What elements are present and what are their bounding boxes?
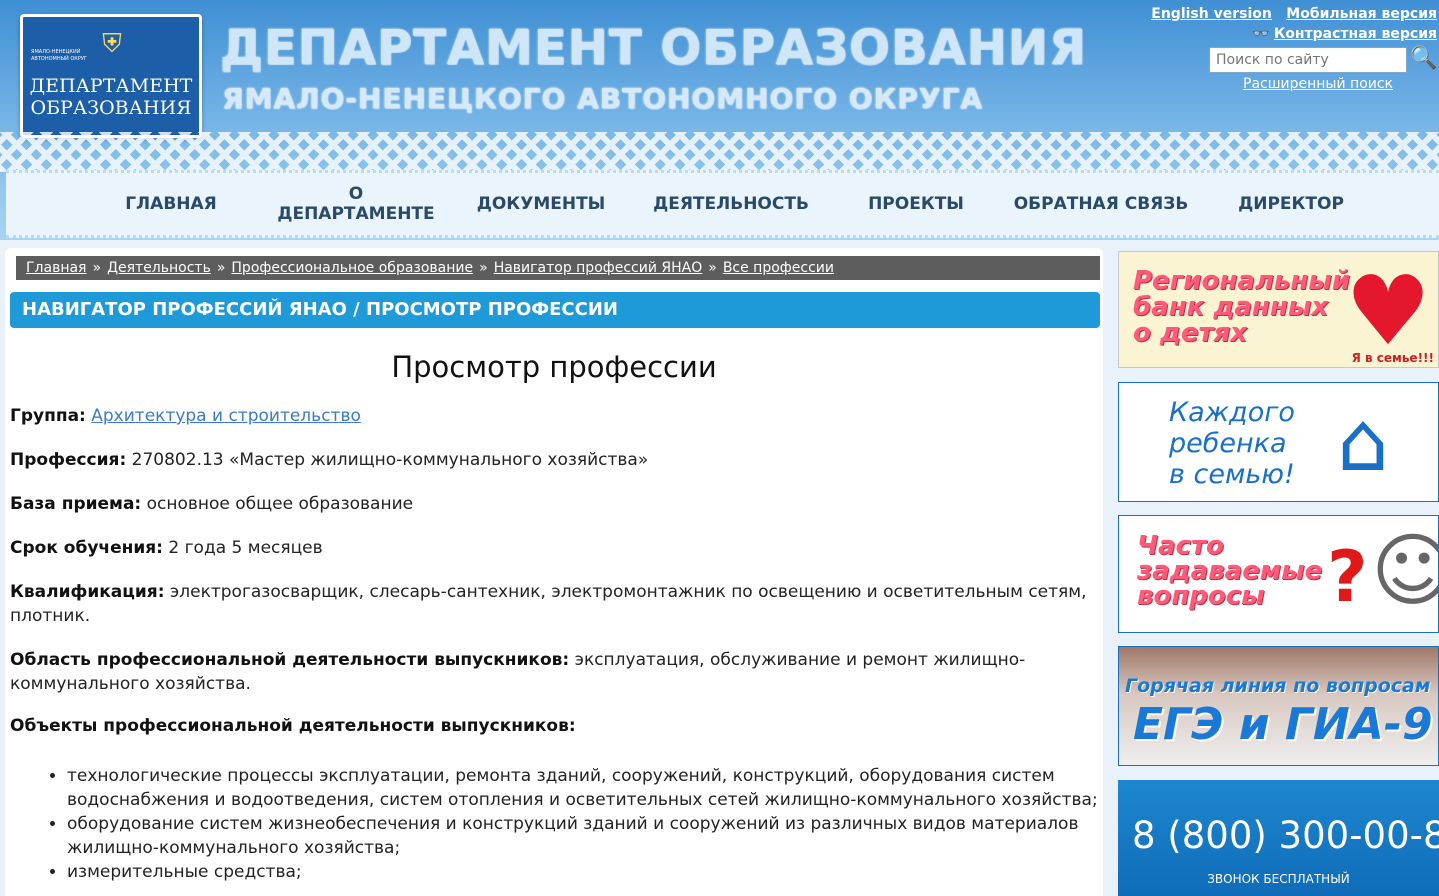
- nav-item-about[interactable]: О ДЕПАРТАМЕНТЕ: [261, 173, 451, 235]
- objects-field: Объекты профессиональной деятельности вы…: [10, 714, 1090, 738]
- faq-banner[interactable]: Частозадаваемыевопросы ? ☺: [1118, 515, 1439, 633]
- term-field: Срок обучения: 2 года 5 месяцев: [10, 536, 1090, 560]
- term-label: Срок обучения:: [10, 538, 163, 558]
- breadcrumb: Главная » Деятельность » Профессиональное об…: [16, 256, 1100, 280]
- group-label: Группа:: [10, 406, 86, 426]
- breadcrumb-separator: »: [708, 260, 717, 276]
- nav-item-home[interactable]: ГЛАВНАЯ: [106, 173, 236, 235]
- breadcrumb-all-professions[interactable]: Все профессии: [723, 260, 834, 276]
- profession-label: Профессия:: [10, 450, 127, 470]
- ornament-border: [0, 132, 1439, 172]
- every-child-family-banner[interactable]: Каждого ребенка в семью! ⌂: [1118, 382, 1439, 502]
- hotline-exams-banner[interactable]: Горячая линия по вопросам ЕГЭ и ГИА-9: [1118, 646, 1439, 766]
- qualification-value: электрогазосварщик, слесарь-сантехник, э…: [10, 582, 1087, 626]
- banner-text: Каждого ребенка в семью!: [1169, 397, 1295, 490]
- group-link[interactable]: Архитектура и строительство: [91, 406, 361, 426]
- qualification-field: Квалификация: электрогазосварщик, слесар…: [10, 580, 1090, 628]
- profession-value: 270802.13 «Мастер жилищно-коммунального …: [131, 450, 649, 470]
- phone-banner[interactable]: 8 (800) 300-00-80 ЗВОНОК БЕСПЛАТНЫЙ: [1118, 780, 1439, 896]
- contrast-version: 👓 Контрастная версия: [1252, 26, 1437, 42]
- nav-item-documents[interactable]: ДОКУМЕНТЫ: [466, 173, 616, 235]
- breadcrumb-vocational[interactable]: Профессиональное образование: [231, 260, 473, 276]
- area-label: Область профессиональной деятельности вы…: [10, 650, 570, 670]
- list-item: оборудование систем жизнеобеспечения и к…: [67, 812, 1107, 860]
- area-field: Область профессиональной деятельности вы…: [10, 648, 1090, 696]
- base-value: основное общее образование: [146, 494, 414, 514]
- heart-icon: ♥: [1345, 255, 1432, 367]
- site-title: ДЕПАРТАМЕНТ ОБРАЗОВАНИЯ: [220, 20, 1087, 76]
- nav-item-feedback[interactable]: ОБРАТНАЯ СВЯЗЬ: [996, 173, 1206, 235]
- english-version-link[interactable]: English version: [1151, 6, 1272, 22]
- advanced-search-link[interactable]: Расширенный поиск: [1243, 76, 1393, 92]
- site-header: ⛨ ЯМАЛО-НЕНЕЦКИЙ АВТОНОМНЫЙ ОКРУГ ДЕПАРТ…: [0, 0, 1439, 240]
- breadcrumb-separator: »: [92, 260, 102, 276]
- banner-text: Региональный банк данных о детях: [1133, 266, 1351, 348]
- group-field: Группа: Архитектура и строительство: [10, 404, 1090, 428]
- mobile-version-link[interactable]: Мобильная версия: [1286, 6, 1437, 22]
- phone-number: 8 (800) 300-00-80: [1132, 814, 1439, 857]
- page-title: Просмотр профессии: [391, 350, 717, 384]
- breadcrumb-separator: »: [216, 260, 226, 276]
- question-mark-icon: ?: [1327, 536, 1368, 618]
- nav-item-director[interactable]: ДИРЕКТОР: [1221, 173, 1361, 235]
- nav-item-projects[interactable]: ПРОЕКТЫ: [851, 173, 981, 235]
- glasses-icon: 👓: [1252, 26, 1270, 42]
- qualification-label: Квалификация:: [10, 582, 165, 602]
- main-content: Главная » Деятельность » Профессиональное об…: [5, 248, 1103, 896]
- term-value: 2 года 5 месяцев: [168, 538, 323, 558]
- breadcrumb-separator: »: [479, 260, 488, 276]
- banner-title: ЕГЭ и ГИА-9: [1133, 699, 1433, 750]
- house-icon: ⌂: [1337, 395, 1390, 490]
- section-title-bar: НАВИГАТОР ПРОФЕССИЙ ЯНАО / ПРОСМОТР ПРОФ…: [10, 292, 1100, 328]
- base-label: База приема:: [10, 494, 142, 514]
- banner-text: Часто задаваемые вопросы: [1137, 531, 1323, 611]
- main-nav: ГЛАВНАЯ О ДЕПАРТАМЕНТЕ ДОКУМЕНТЫ ДЕЯТЕЛЬН…: [6, 170, 1439, 238]
- breadcrumb-navigator[interactable]: Навигатор профессий ЯНАО: [494, 260, 703, 276]
- banner-slogan: Я в семье!!!: [1351, 351, 1434, 365]
- top-links: English version Мобильная версия: [1141, 6, 1437, 22]
- children-databank-banner[interactable]: Региональный банк данных о детях ♥ Я в сем…: [1118, 251, 1439, 368]
- logo-line-1: ДЕПАРТАМЕНТ: [29, 75, 193, 97]
- site-logo[interactable]: ⛨ ЯМАЛО-НЕНЕЦКИЙ АВТОНОМНЫЙ ОКРУГ ДЕПАРТ…: [20, 14, 202, 138]
- site-subtitle: ЯМАЛО-НЕНЕЦКОГО АВТОНОМНОГО ОКРУГА: [222, 82, 983, 115]
- search-icon[interactable]: 🔍: [1410, 45, 1438, 73]
- search-input[interactable]: [1209, 47, 1407, 73]
- breadcrumb-home[interactable]: Главная: [26, 260, 86, 276]
- objects-list: технологические процессы эксплуатации, р…: [43, 764, 1107, 884]
- objects-label: Объекты профессиональной деятельности вы…: [10, 716, 576, 736]
- nav-item-activity[interactable]: ДЕЯТЕЛЬНОСТЬ: [636, 173, 826, 235]
- contrast-version-link[interactable]: Контрастная версия: [1274, 26, 1437, 42]
- profession-field: Профессия: 270802.13 «Мастер жилищно-ком…: [10, 448, 1090, 472]
- free-call-label: ЗВОНОК БЕСПЛАТНЫЙ: [1207, 872, 1350, 886]
- person-icon: ☺: [1371, 524, 1438, 617]
- banner-text: Горячая линия по вопросам: [1125, 675, 1431, 697]
- logo-line-2: ОБРАЗОВАНИЯ: [30, 97, 192, 119]
- logo-region-text: ЯМАЛО-НЕНЕЦКИЙ АВТОНОМНЫЙ ОКРУГ: [31, 49, 87, 62]
- list-item: измерительные средства;: [67, 860, 1107, 884]
- list-item: технологические процессы эксплуатации, р…: [67, 764, 1107, 812]
- base-field: База приема: основное общее образование: [10, 492, 1090, 516]
- breadcrumb-activity[interactable]: Деятельность: [107, 260, 211, 276]
